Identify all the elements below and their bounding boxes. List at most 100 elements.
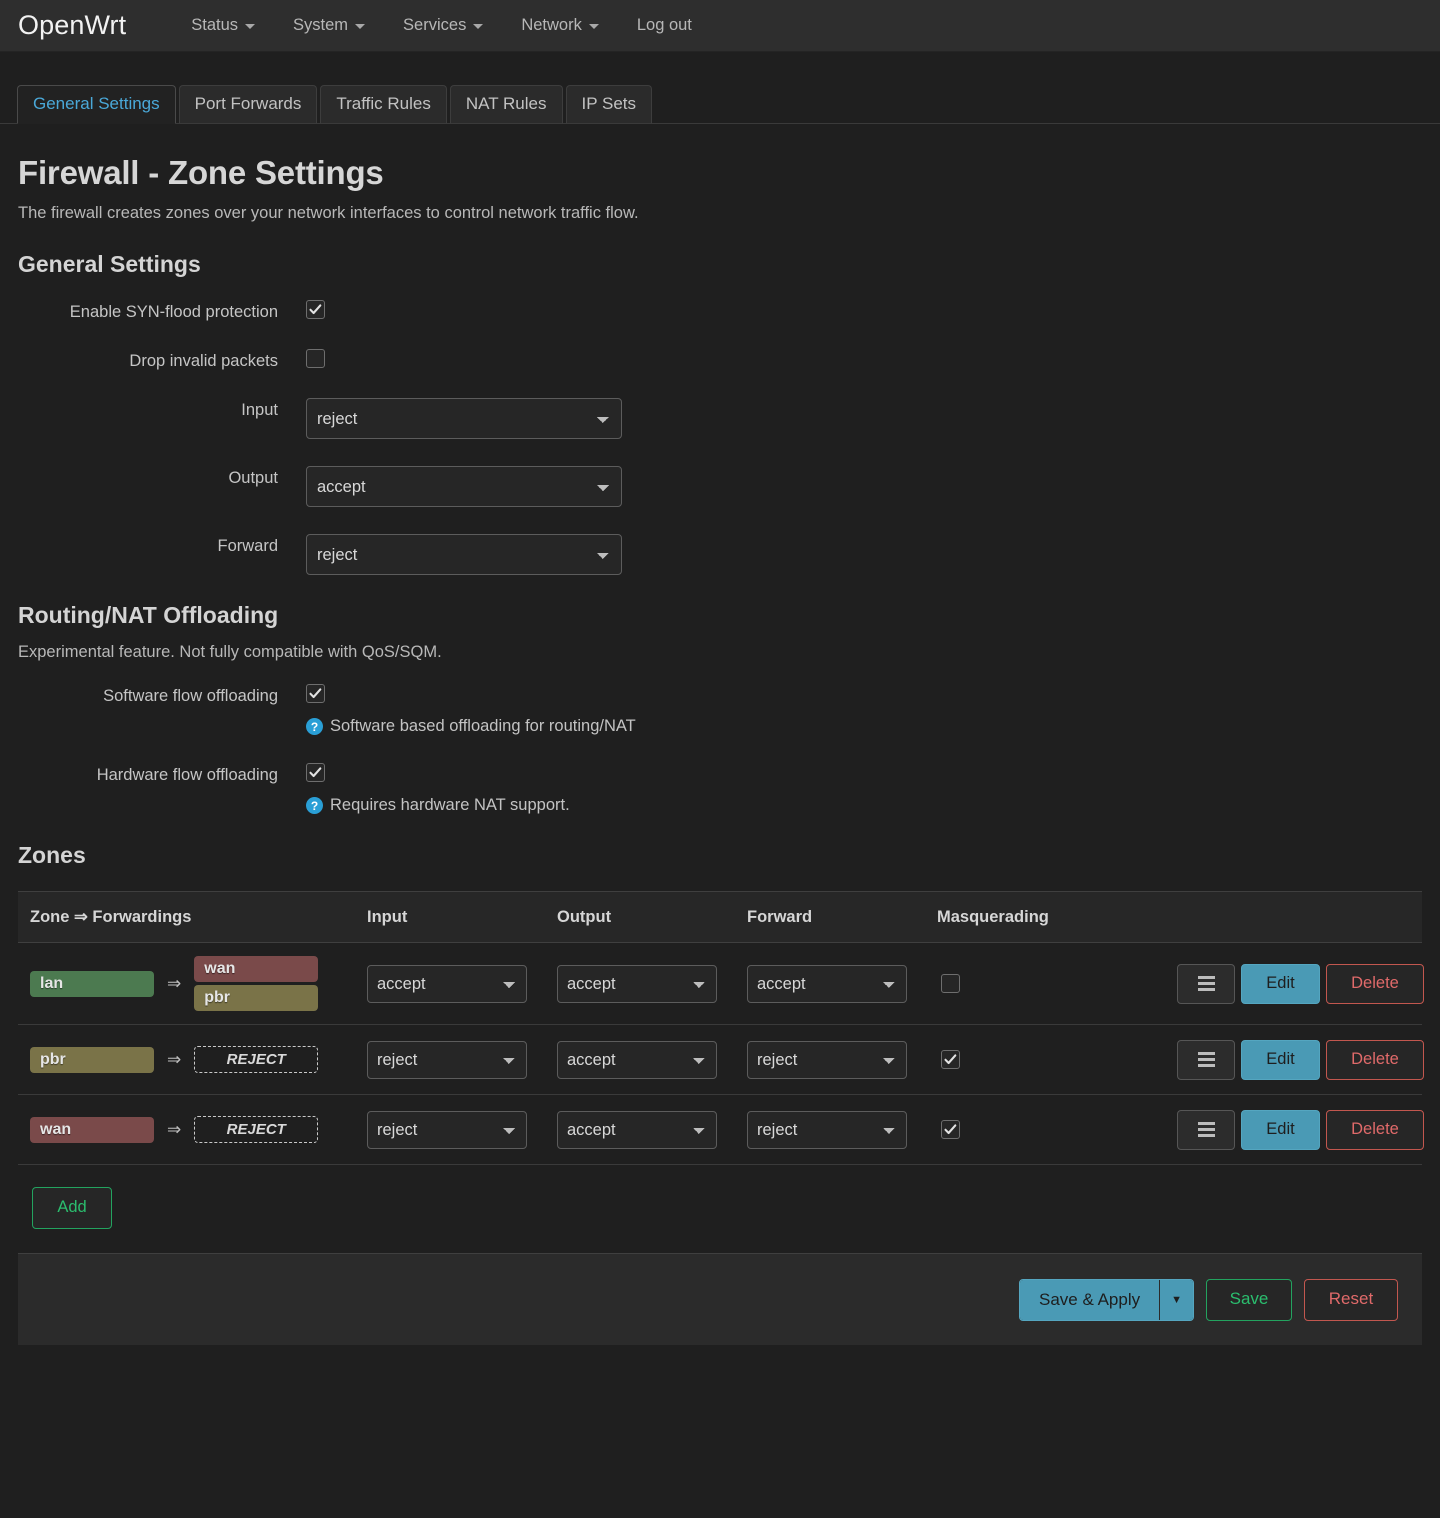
forwardings-list: REJECT — [194, 1116, 318, 1143]
page-description: The firewall creates zones over your net… — [18, 204, 1422, 223]
section-title-general: General Settings — [18, 251, 1422, 278]
hint-text-software: Software based offloading for routing/NA… — [330, 717, 636, 736]
zones-column-header: Forward — [747, 908, 937, 927]
edit-zone-button[interactable]: Edit — [1241, 1040, 1320, 1080]
delete-zone-button[interactable]: Delete — [1326, 1110, 1424, 1150]
drag-handle-button[interactable] — [1177, 1040, 1235, 1080]
forward-arrow-icon: ⇒ — [167, 1120, 181, 1140]
edit-zone-button[interactable]: Edit — [1241, 964, 1320, 1004]
drag-handle-button[interactable] — [1177, 1110, 1235, 1150]
zones-column-header: Input — [367, 908, 557, 927]
label-forward: Forward — [18, 534, 306, 556]
label-output: Output — [18, 466, 306, 488]
save-button[interactable]: Save — [1206, 1279, 1292, 1321]
chevron-down-icon — [473, 24, 483, 29]
nav-item-label: Network — [521, 16, 582, 35]
delete-zone-button[interactable]: Delete — [1326, 964, 1424, 1004]
zone-actions-cell: EditDelete — [1177, 1040, 1440, 1080]
field-row-input: Input acceptrejectdrop — [18, 398, 1422, 439]
tab-ip-sets[interactable]: IP Sets — [566, 85, 653, 124]
nav-item-label: Status — [191, 16, 238, 35]
hamburger-icon — [1198, 976, 1215, 991]
save-apply-button[interactable]: Save & Apply — [1020, 1280, 1159, 1320]
reject-badge: REJECT — [194, 1046, 318, 1073]
select-zone-forward-cell: acceptrejectdrop — [747, 965, 937, 1003]
edit-zone-button[interactable]: Edit — [1241, 1110, 1320, 1150]
label-software-offloading: Software flow offloading — [18, 684, 306, 706]
select-zone-output-cell: acceptrejectdrop — [557, 1041, 747, 1079]
select-zone-input[interactable]: acceptrejectdrop — [367, 1041, 527, 1079]
checkbox-masquerading[interactable] — [941, 1120, 960, 1139]
section-title-zones: Zones — [18, 842, 1422, 869]
nav-menu: Status System Services Network Log out — [172, 10, 711, 41]
reset-button[interactable]: Reset — [1304, 1279, 1398, 1321]
select-zone-forward[interactable]: acceptrejectdrop — [747, 1041, 907, 1079]
chevron-down-icon — [245, 24, 255, 29]
zones-table-header: Zone ⇒ ForwardingsInputOutputForwardMasq… — [18, 891, 1422, 943]
offloading-description: Experimental feature. Not fully compatib… — [18, 643, 1422, 662]
chevron-down-icon — [589, 24, 599, 29]
select-output-policy[interactable]: acceptrejectdrop — [306, 466, 622, 507]
nav-item-network[interactable]: Network — [502, 10, 618, 41]
help-circle-icon[interactable]: ? — [306, 797, 323, 814]
select-zone-forward[interactable]: acceptrejectdrop — [747, 965, 907, 1003]
nav-item-system[interactable]: System — [274, 10, 384, 41]
select-zone-output[interactable]: acceptrejectdrop — [557, 1041, 717, 1079]
label-drop-invalid: Drop invalid packets — [18, 349, 306, 371]
checkbox-syn-flood[interactable] — [306, 300, 325, 319]
save-apply-dropdown-icon[interactable]: ▼ — [1159, 1280, 1193, 1320]
select-zone-output[interactable]: acceptrejectdrop — [557, 1111, 717, 1149]
checkbox-software-offloading[interactable] — [306, 684, 325, 703]
tab-traffic-rules[interactable]: Traffic Rules — [320, 85, 446, 124]
nav-item-services[interactable]: Services — [384, 10, 502, 41]
select-forward-policy[interactable]: acceptrejectdrop — [306, 534, 622, 575]
nav-item-log-out[interactable]: Log out — [618, 10, 711, 41]
zone-forwardings-cell: lan⇒wanpbr — [30, 956, 367, 1011]
zone-badge[interactable]: pbr — [30, 1047, 154, 1073]
field-row-syn-flood: Enable SYN-flood protection — [18, 300, 1422, 322]
drag-handle-button[interactable] — [1177, 964, 1235, 1004]
select-zone-forward-cell: acceptrejectdrop — [747, 1111, 937, 1149]
checkbox-masquerading[interactable] — [941, 1050, 960, 1069]
tab-nat-rules[interactable]: NAT Rules — [450, 85, 563, 124]
forwardings-list: wan pbr — [194, 956, 318, 1011]
tab-general-settings[interactable]: General Settings — [17, 85, 176, 124]
select-zone-input-cell: acceptrejectdrop — [367, 1041, 557, 1079]
nav-item-status[interactable]: Status — [172, 10, 274, 41]
select-zone-input[interactable]: acceptrejectdrop — [367, 965, 527, 1003]
field-row-hardware-offloading: Hardware flow offloading ? Requires hard… — [18, 763, 1422, 815]
hint-software-offloading: ? Software based offloading for routing/… — [306, 717, 1422, 736]
zone-actions-cell: EditDelete — [1177, 1110, 1440, 1150]
tab-list: General SettingsPort ForwardsTraffic Rul… — [17, 85, 1440, 124]
chevron-down-icon — [355, 24, 365, 29]
zone-row: lan⇒wanpbracceptrejectdropacceptrejectdr… — [18, 943, 1422, 1025]
add-zone-button[interactable]: Add — [32, 1187, 112, 1229]
hamburger-icon — [1198, 1052, 1215, 1067]
page-title: Firewall - Zone Settings — [18, 154, 1422, 192]
select-zone-output-cell: acceptrejectdrop — [557, 965, 747, 1003]
field-row-forward: Forward acceptrejectdrop — [18, 534, 1422, 575]
tab-port-forwards[interactable]: Port Forwards — [179, 85, 318, 124]
brand-logo[interactable]: OpenWrt — [18, 10, 126, 41]
select-zone-forward[interactable]: acceptrejectdrop — [747, 1111, 907, 1149]
forwardings-list: REJECT — [194, 1046, 318, 1073]
checkbox-drop-invalid[interactable] — [306, 349, 325, 368]
masquerading-cell — [937, 974, 1177, 993]
delete-zone-button[interactable]: Delete — [1326, 1040, 1424, 1080]
zone-badge[interactable]: lan — [30, 971, 154, 997]
hint-text-hardware: Requires hardware NAT support. — [330, 796, 570, 815]
forwarding-badge[interactable]: pbr — [194, 985, 318, 1011]
label-hardware-offloading: Hardware flow offloading — [18, 763, 306, 785]
nav-item-label: System — [293, 16, 348, 35]
select-zone-input[interactable]: acceptrejectdrop — [367, 1111, 527, 1149]
help-circle-icon[interactable]: ? — [306, 718, 323, 735]
reject-badge: REJECT — [194, 1116, 318, 1143]
hint-hardware-offloading: ? Requires hardware NAT support. — [306, 796, 1422, 815]
select-input-policy[interactable]: acceptrejectdrop — [306, 398, 622, 439]
checkbox-masquerading[interactable] — [941, 974, 960, 993]
zone-badge[interactable]: wan — [30, 1117, 154, 1143]
forwarding-badge[interactable]: wan — [194, 956, 318, 982]
checkbox-hardware-offloading[interactable] — [306, 763, 325, 782]
select-zone-output[interactable]: acceptrejectdrop — [557, 965, 717, 1003]
zone-row: wan ⇒ REJECT acceptrejectdrop acceptrejectdr… — [18, 1095, 1422, 1165]
